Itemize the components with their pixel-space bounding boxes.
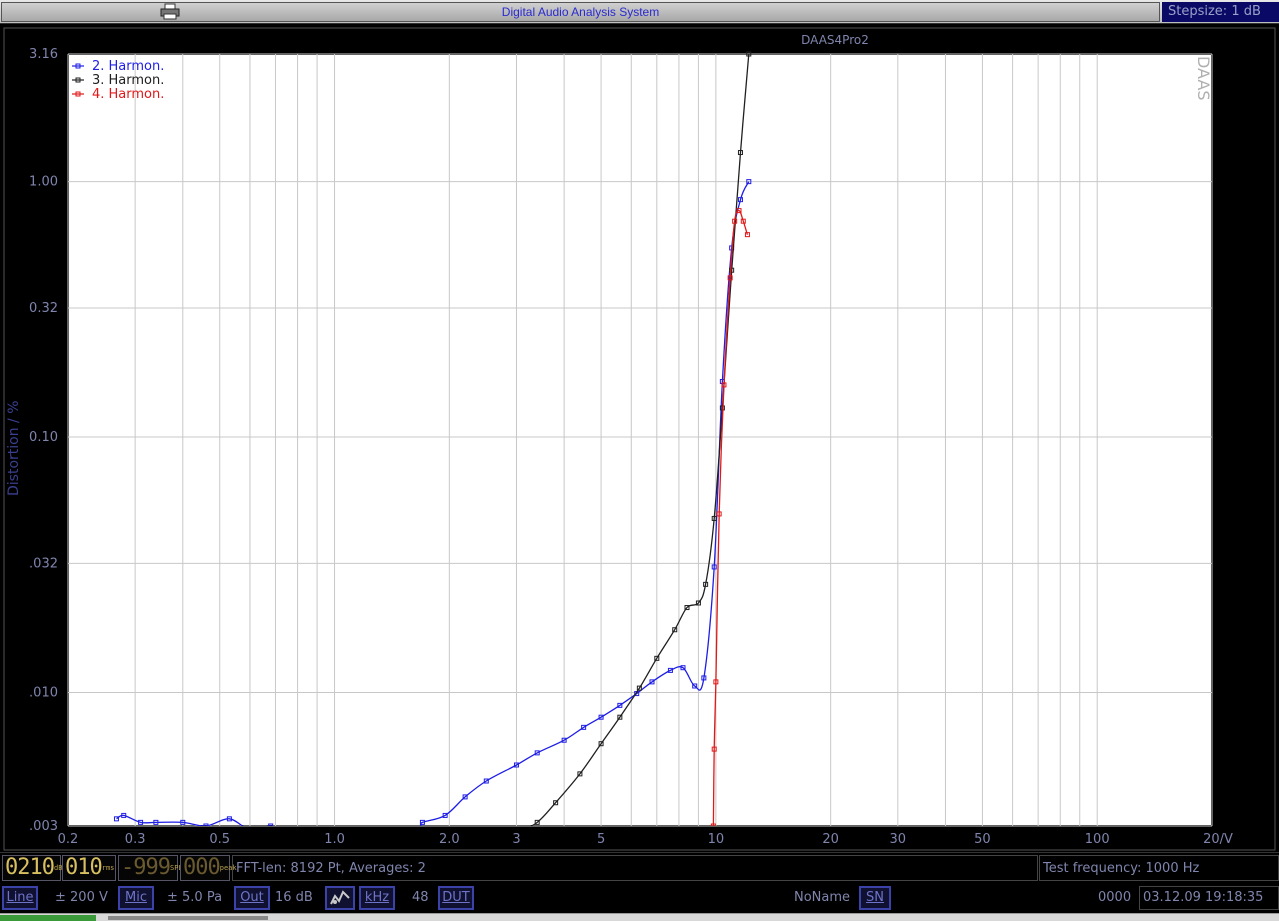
x-tick-label: 20/V (1203, 832, 1233, 847)
spl-lcd-value: -999 (121, 855, 171, 880)
sweep-button[interactable] (325, 886, 355, 910)
mic-range-value: ± 5.0 Pa (167, 890, 223, 905)
status-bar-readouts: 0210dBV 010rms -999SPL 000peak FFT-len: … (0, 852, 1279, 882)
sweep-icon (330, 890, 350, 905)
y-tick-label: 0.32 (29, 301, 58, 316)
control-bar: Line ± 200 V Mic ± 5.0 Pa Out 16 dB kHz … (0, 883, 1279, 913)
khz-button[interactable]: kHz (359, 886, 395, 910)
sample-rate-value: 48 (412, 890, 429, 905)
serial-number-value: 0000 (1098, 890, 1132, 905)
y-tick-label: 1.00 (29, 175, 58, 190)
line-input-button[interactable]: Line (2, 886, 38, 910)
task-strip-scroll[interactable] (108, 916, 268, 920)
distortion-chart: DAAS4Pro2 Distortion / % 0.2 0.3 0.5 1.0 2.0… (3, 27, 1276, 851)
printer-icon[interactable] (160, 3, 180, 20)
title-bar: Digital Audio Analysis System Stepsize: … (0, 0, 1279, 24)
dut-name-value: NoName (794, 890, 851, 905)
y-tick-label: .003 (29, 819, 58, 834)
x-tick-label: 0.3 (125, 832, 146, 847)
output-level-value: 16 dB (275, 890, 313, 905)
line-range-value: ± 200 V (55, 890, 108, 905)
fft-info: FFT-len: 8192 Pt, Averages: 2 (232, 855, 1038, 881)
x-tick-label: 100 (1085, 832, 1110, 847)
output-button[interactable]: Out (234, 886, 270, 910)
y-tick-label: .010 (29, 685, 58, 700)
legend-label: 3. Harmon. (92, 73, 164, 88)
rms-lcd: 010rms (62, 855, 116, 881)
task-strip (0, 913, 1279, 921)
x-tick-label: 0.2 (58, 832, 79, 847)
spl-lcd: -999SPL (118, 855, 183, 881)
chart-title: DAAS4Pro2 (801, 33, 869, 47)
mic-input-button[interactable]: Mic (118, 886, 154, 910)
level-lcd-value: 0210 (5, 855, 55, 880)
peak-lcd: 000peak (180, 855, 237, 881)
dut-button[interactable]: DUT (438, 886, 474, 910)
legend-label: 4. Harmon. (92, 87, 164, 102)
plot-background (67, 53, 1213, 827)
level-lcd: 0210dBV (2, 855, 67, 881)
y-tick-label: .032 (29, 556, 58, 571)
x-tick-label: 0.5 (209, 832, 230, 847)
test-frequency: Test frequency: 1000 Hz (1039, 855, 1279, 881)
x-tick-label: 2.0 (439, 832, 460, 847)
x-tick-label: 3 (512, 832, 520, 847)
y-tick-label: 0.10 (29, 430, 58, 445)
task-strip-active (0, 915, 96, 921)
x-tick-label: 50 (974, 832, 991, 847)
x-tick-label: 30 (890, 832, 907, 847)
rms-lcd-value: 010 (65, 855, 103, 880)
watermark-text: DAAS (1194, 56, 1213, 101)
serial-number-button[interactable]: SN (859, 886, 891, 910)
y-tick-label: 3.16 (29, 47, 58, 62)
x-tick-label: 10 (708, 832, 725, 847)
x-tick-label: 5 (597, 832, 605, 847)
x-tick-label: 1.0 (324, 832, 345, 847)
stepsize-label: Stepsize: 1 dB (1162, 2, 1279, 22)
rms-lcd-unit: rms (101, 864, 115, 872)
y-axis-label: Distortion / % (6, 400, 22, 496)
legend-label: 2. Harmon. (92, 59, 164, 74)
x-tick-label: 20 (822, 832, 839, 847)
peak-lcd-value: 000 (183, 855, 221, 880)
datetime-display: 03.12.09 19:18:35 (1139, 886, 1279, 910)
